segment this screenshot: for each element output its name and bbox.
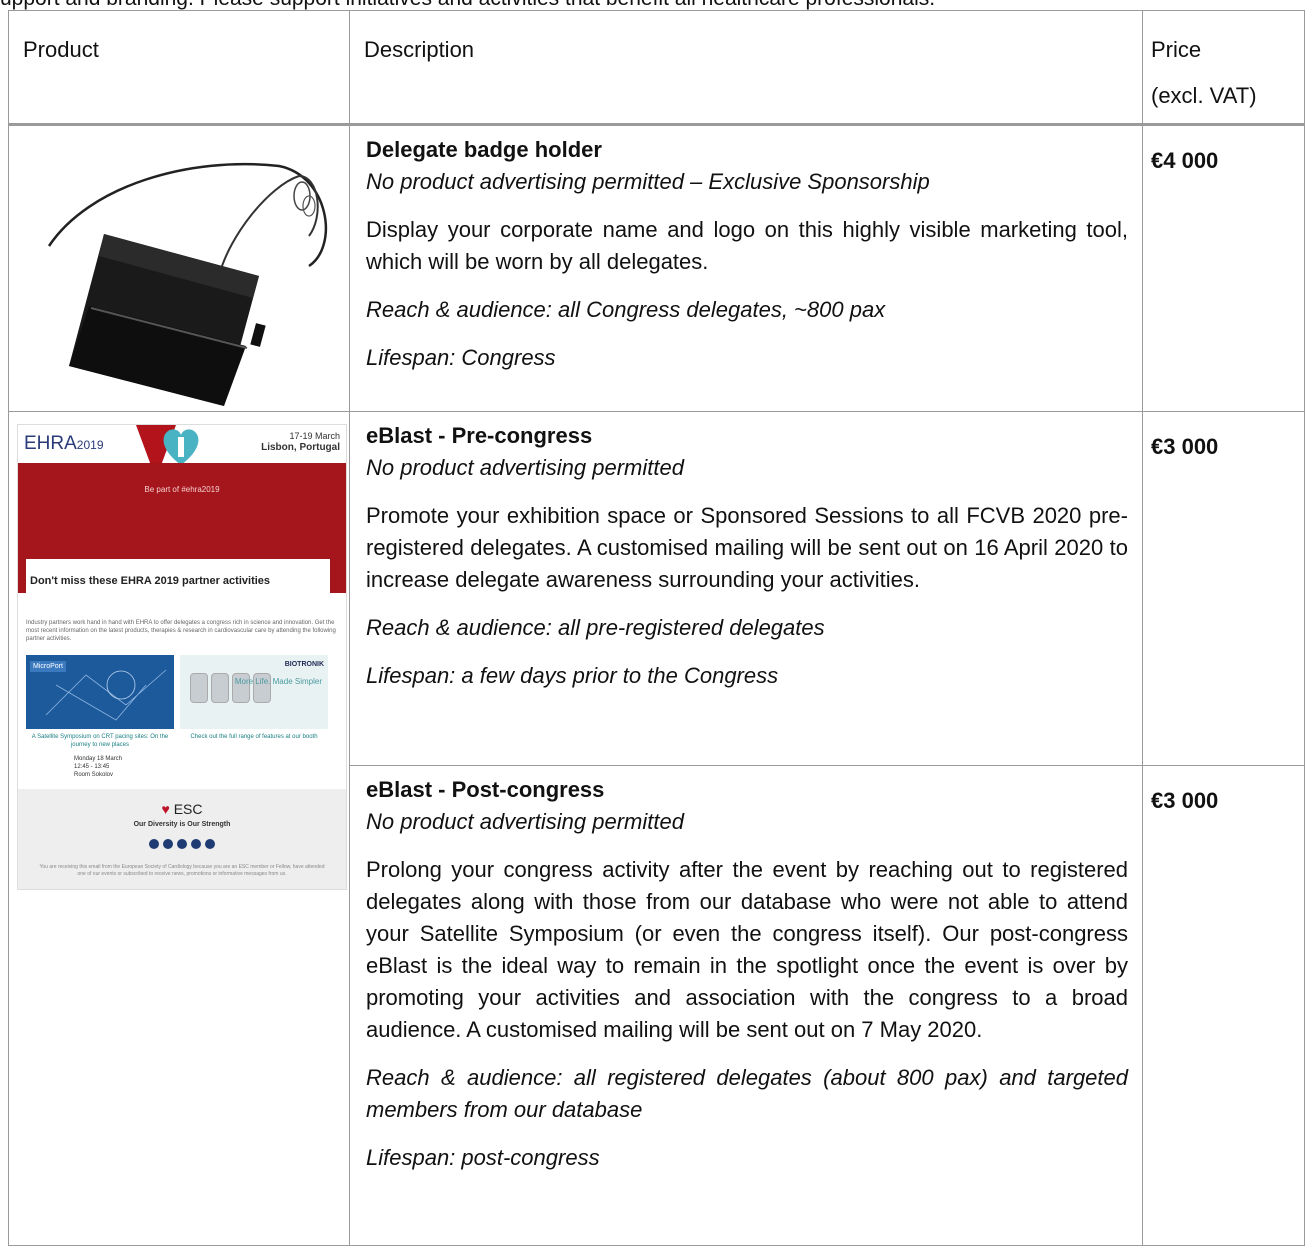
product-description: Prolong your congress activity after the… xyxy=(366,857,1128,1042)
table-header-row: Product Description Price (excl. VAT) xyxy=(8,10,1305,126)
biotronik-ad: BIOTRONIK More Life. Made Simpler xyxy=(180,655,328,729)
price-cell: €3 000 xyxy=(1142,765,1305,1246)
price-cell: €3 000 xyxy=(1142,411,1305,766)
product-restriction: No product advertising permitted xyxy=(366,809,684,834)
ehra-logo: EHRA2019 xyxy=(24,433,104,454)
product-price: €3 000 xyxy=(1151,434,1219,459)
description-cell: Delegate badge holder No product adverti… xyxy=(349,124,1143,412)
header-product: Product xyxy=(8,10,350,126)
microport-ad: MicroPort xyxy=(26,655,174,729)
description-cell: eBlast - Pre-congress No product adverti… xyxy=(349,411,1143,766)
header-description: Description xyxy=(349,10,1143,126)
social-icons xyxy=(18,828,346,854)
product-image-cell xyxy=(8,124,350,412)
product-lifespan: Lifespan: a few days prior to the Congre… xyxy=(366,663,779,688)
product-lifespan: Lifespan: post-congress xyxy=(366,1145,600,1170)
product-description: Display your corporate name and logo on … xyxy=(366,217,1128,274)
product-image-cell: EHRA2019 17-19 March Lisbon, Portugal Be … xyxy=(8,411,350,1246)
clipped-previous-text: upport and branding. Please support init… xyxy=(0,0,1307,10)
product-price: €4 000 xyxy=(1151,148,1219,173)
esc-logo: ♥ ESC xyxy=(161,801,203,817)
description-cell: eBlast - Post-congress No product advert… xyxy=(349,765,1143,1246)
network-art-icon xyxy=(45,669,167,721)
header-price: Price (excl. VAT) xyxy=(1142,10,1305,126)
product-price: €3 000 xyxy=(1151,788,1219,813)
product-title: eBlast - Post-congress xyxy=(366,777,605,802)
product-reach: Reach & audience: all Congress delegates… xyxy=(366,297,886,322)
product-reach: Reach & audience: all pre-registered del… xyxy=(366,615,825,640)
product-title: Delegate badge holder xyxy=(366,137,602,162)
product-restriction: No product advertising permitted – Exclu… xyxy=(366,169,930,194)
table-row: Delegate badge holder No product adverti… xyxy=(8,124,1305,412)
product-description: Promote your exhibition space or Sponsor… xyxy=(366,503,1128,592)
sponsorship-table: Product Description Price (excl. VAT) De… xyxy=(8,10,1305,1246)
badge-holder-image xyxy=(47,162,328,406)
product-reach: Reach & audience: all registered delegat… xyxy=(366,1065,1128,1122)
product-lifespan: Lifespan: Congress xyxy=(366,345,556,370)
table-row: EHRA2019 17-19 March Lisbon, Portugal Be … xyxy=(8,411,1305,1246)
eblast-preview-image: EHRA2019 17-19 March Lisbon, Portugal Be … xyxy=(17,424,347,890)
price-cell: €4 000 xyxy=(1142,124,1305,412)
product-title: eBlast - Pre-congress xyxy=(366,423,593,448)
product-restriction: No product advertising permitted xyxy=(366,455,684,480)
eblast-heading: Don't miss these EHRA 2019 partner activ… xyxy=(30,575,271,587)
